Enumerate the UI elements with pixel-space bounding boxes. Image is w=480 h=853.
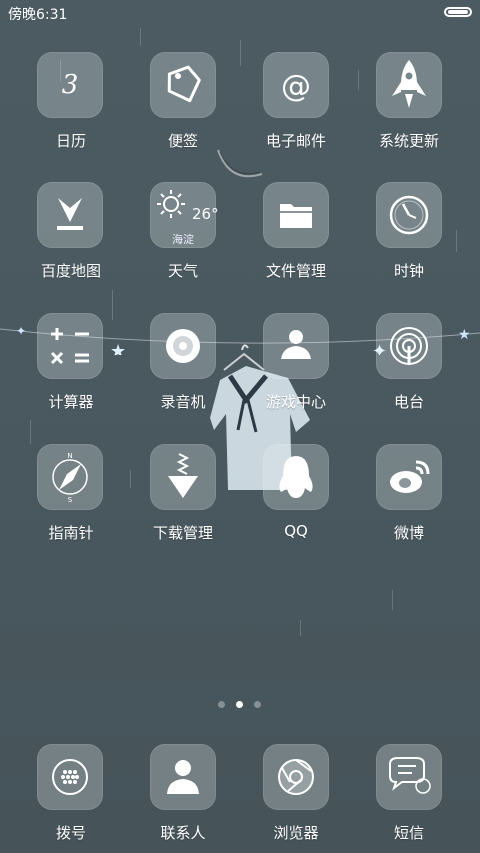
rain-streak (392, 590, 393, 610)
compass-icon[interactable]: NS (37, 444, 103, 510)
weibo-icon[interactable] (376, 444, 442, 510)
app-label: 录音机 (160, 393, 206, 411)
app-label: 便签 (167, 132, 198, 150)
app-label: 电子邮件 (265, 132, 326, 150)
folder-icon[interactable] (263, 182, 329, 248)
svg-text:S: S (68, 496, 73, 504)
rain-streak (358, 70, 359, 90)
message-icon[interactable] (376, 744, 442, 810)
status-time: 傍晚6:31 (8, 7, 68, 23)
app-label: 计算器 (48, 393, 94, 411)
rain-streak (300, 620, 301, 636)
app-label: 天气 (167, 262, 198, 280)
contact-icon[interactable] (150, 744, 216, 810)
rain-streak (130, 470, 131, 488)
app-label: 系统更新 (378, 132, 439, 150)
page-indicator (0, 701, 480, 711)
rain-streak (140, 28, 141, 46)
at-sign-icon[interactable]: @ (263, 52, 329, 118)
page-dot[interactable] (254, 701, 261, 708)
app-label: 浏览器 (273, 824, 319, 842)
calculator-icon[interactable] (37, 313, 103, 379)
rain-streak (240, 40, 241, 66)
svg-text:@: @ (281, 69, 311, 104)
calendar-date: 3 (61, 70, 79, 100)
app-label: 文件管理 (265, 262, 326, 280)
app-label: 指南针 (48, 524, 94, 542)
browser-icon[interactable] (263, 744, 329, 810)
app-label: 拨号 (55, 824, 86, 842)
battery-icon (444, 7, 472, 17)
svg-text:★: ★ (110, 341, 126, 355)
radio-icon[interactable] (376, 313, 442, 379)
calendar-icon[interactable]: 3 (37, 52, 103, 118)
rain-streak (456, 230, 457, 252)
map-pin-icon[interactable] (37, 182, 103, 248)
penguin-icon[interactable] (263, 444, 329, 510)
rocket-icon[interactable] (376, 52, 442, 118)
download-icon[interactable] (150, 444, 216, 510)
app-label: 百度地图 (40, 262, 101, 280)
rain-streak (30, 420, 31, 444)
page-dot-active[interactable] (236, 701, 243, 708)
app-label: 时钟 (393, 262, 424, 280)
page-dot[interactable] (218, 701, 225, 708)
weather-city: 海淀 (172, 233, 194, 246)
app-label: QQ (284, 522, 308, 540)
app-label: 短信 (393, 824, 424, 842)
svg-text:★: ★ (458, 327, 471, 343)
weather-temperature: 26° (192, 205, 219, 223)
tag-icon[interactable] (150, 52, 216, 118)
app-label: 日历 (55, 132, 86, 150)
dialpad-icon[interactable] (37, 744, 103, 810)
clock-icon[interactable] (376, 182, 442, 248)
svg-text:✦: ✦ (16, 324, 26, 338)
app-label: 微博 (393, 524, 424, 542)
app-label: 电台 (393, 393, 424, 411)
app-label: 游戏中心 (265, 393, 326, 411)
app-label: 联系人 (160, 824, 206, 842)
status-bar: 傍晚6:31 (0, 0, 480, 26)
svg-text:N: N (67, 452, 72, 460)
game-user-icon[interactable] (263, 313, 329, 379)
sun-icon[interactable]: 26° 海淀 (150, 182, 219, 248)
app-label: 下载管理 (152, 524, 213, 542)
record-icon[interactable] (150, 313, 216, 379)
